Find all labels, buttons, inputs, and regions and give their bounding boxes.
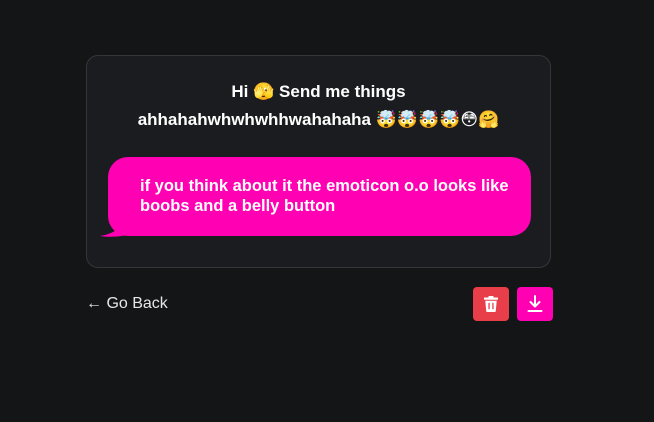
question-line-1: Hi 🫣 Send me things (231, 82, 406, 101)
message-bubble: if you think about it the emoticon o.o l… (108, 157, 531, 236)
download-icon (527, 295, 543, 312)
question-line-2: ahhahahwhwhwhhwahahaha 🤯🤯🤯🤯😳🤗 (137, 110, 500, 129)
download-button[interactable] (517, 287, 553, 321)
trash-icon (484, 296, 498, 312)
message-card: Hi 🫣 Send me things ahhahahwhwhwhhwahaha… (86, 55, 551, 268)
question-prompt: Hi 🫣 Send me things ahhahahwhwhwhhwahaha… (87, 78, 550, 134)
message-text: if you think about it the emoticon o.o l… (140, 177, 509, 215)
go-back-link[interactable]: ← Go Back (86, 294, 168, 314)
delete-button[interactable] (473, 287, 509, 321)
